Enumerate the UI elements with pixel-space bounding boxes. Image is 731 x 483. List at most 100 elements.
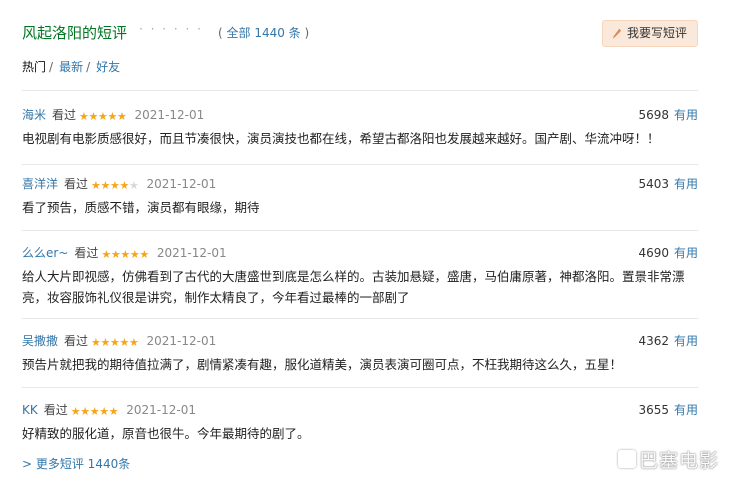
useful-button[interactable]: 有用 (674, 108, 698, 122)
star-filled-icon: ★ (110, 179, 120, 192)
star-filled-icon: ★ (79, 110, 89, 123)
star-filled-icon: ★ (80, 405, 91, 418)
count-prefix: ( (218, 26, 227, 40)
star-filled-icon: ★ (91, 179, 101, 192)
useful-button[interactable]: 有用 (674, 334, 698, 348)
rating-stars: ★★★★★ (101, 247, 149, 261)
star-filled-icon: ★ (129, 336, 139, 349)
rating-stars: ★★★★★ (91, 178, 139, 192)
more-comments-link[interactable]: > 更多短评 1440条 (22, 455, 130, 472)
star-filled-icon: ★ (120, 248, 131, 261)
divider (22, 164, 698, 165)
review-content: 预告片就把我的期待值拉满了，剧情紧凑有趣，服化道精美，演员表演可圈可点，不枉我期… (22, 357, 623, 372)
count-suffix: ) (300, 26, 310, 40)
review-meta: 么么er~ 看过 ★★★★★ 2021-12-01 4690 有用 (22, 244, 698, 262)
star-filled-icon: ★ (70, 405, 81, 418)
divider (22, 318, 698, 319)
divider (22, 90, 698, 91)
review-meta: 喜洋洋 看过 ★★★★★ 2021-12-01 5403 有用 (22, 175, 698, 193)
review-item: 海米 看过 ★★★★★ 2021-12-01 5698 有用 电视剧有电影质感很好，而且… (22, 106, 698, 149)
review-content: 给人大片即视感，仿佛看到了古代的大唐盛世到底是怎么样的。古装加悬疑，盛唐，马伯庸… (22, 269, 685, 305)
rating-stars: ★★★★★ (71, 404, 119, 418)
review-status: 看过 (43, 403, 68, 417)
star-filled-icon: ★ (129, 248, 140, 261)
watermark: 巴塞电影 (617, 446, 719, 473)
review-content: 看了预告，质感不错，演员都有眼缘，期待 (22, 200, 260, 215)
star-empty-icon: ★ (129, 179, 139, 192)
star-filled-icon: ★ (89, 405, 100, 418)
star-filled-icon: ★ (117, 110, 127, 123)
review-meta: 吴撒撒 看过 ★★★★★ 2021-12-01 4362 有用 (22, 332, 698, 350)
review-meta: KK 看过 ★★★★★ 2021-12-01 3655 有用 (22, 401, 698, 419)
review-date: 2021-12-01 (156, 246, 227, 260)
review-user[interactable]: 么么er~ (22, 246, 68, 260)
review-item: 喜洋洋 看过 ★★★★★ 2021-12-01 5403 有用 看了预告，质感不错，演员… (22, 175, 698, 218)
star-filled-icon: ★ (119, 179, 130, 192)
star-filled-icon: ★ (100, 336, 111, 349)
review-status: 看过 (74, 246, 99, 260)
review-votes: 5698 有用 (638, 106, 698, 123)
review-votes: 4690 有用 (638, 244, 698, 261)
star-filled-icon: ★ (88, 110, 99, 123)
review-date: 2021-12-01 (146, 334, 217, 348)
rating-stars: ★★★★★ (79, 109, 127, 123)
star-filled-icon: ★ (108, 405, 119, 418)
watermark-text: 巴塞电影 (638, 450, 719, 472)
review-date: 2021-12-01 (126, 403, 197, 417)
watermark-logo-icon (617, 450, 636, 468)
filter-friends[interactable]: 好友 (96, 60, 120, 74)
review-item: 吴撒撒 看过 ★★★★★ 2021-12-01 4362 有用 预告片就把我的期待值拉满… (22, 332, 698, 375)
filter-hot[interactable]: 热门 (22, 60, 46, 74)
comment-filters: 热门 / 最新 / 好友 (22, 58, 120, 75)
vote-count: 4690 (638, 246, 669, 260)
star-filled-icon: ★ (107, 110, 118, 123)
star-filled-icon: ★ (99, 405, 110, 418)
review-item: KK 看过 ★★★★★ 2021-12-01 3655 有用 好精致的服化道，原音也很牛… (22, 401, 698, 444)
star-filled-icon: ★ (119, 336, 130, 349)
filter-sep: / (86, 60, 91, 74)
comments-header: 风起洛阳的短评 · · · · · · ( 全部 1440 条 ) 我要写短评 (22, 20, 698, 47)
star-filled-icon: ★ (91, 336, 101, 349)
rating-stars: ★★★★★ (91, 335, 139, 349)
divider (22, 387, 698, 388)
review-votes: 4362 有用 (638, 332, 698, 349)
review-date: 2021-12-01 (134, 108, 205, 122)
useful-button[interactable]: 有用 (674, 177, 698, 191)
review-user[interactable]: 海米 (22, 108, 46, 122)
review-content: 电视剧有电影质感很好，而且节凑很快，演员演技也都在线，希望古都洛阳也发展越来越好… (22, 131, 660, 146)
filter-latest[interactable]: 最新 (59, 60, 83, 74)
vote-count: 3655 (638, 403, 669, 417)
star-filled-icon: ★ (139, 248, 150, 261)
vote-count: 4362 (638, 334, 669, 348)
star-filled-icon: ★ (98, 110, 108, 123)
filter-sep: / (49, 60, 54, 74)
star-filled-icon: ★ (100, 179, 111, 192)
review-user[interactable]: KK (22, 403, 38, 417)
all-comments-link[interactable]: 全部 1440 条 (227, 26, 301, 40)
write-comment-button[interactable]: 我要写短评 (601, 20, 698, 47)
review-item: 么么er~ 看过 ★★★★★ 2021-12-01 4690 有用 给人大片即视感，仿佛… (22, 244, 698, 308)
useful-button[interactable]: 有用 (674, 403, 698, 417)
review-date: 2021-12-01 (146, 177, 217, 191)
review-votes: 5403 有用 (638, 175, 698, 192)
review-status: 看过 (52, 108, 77, 122)
review-content: 好精致的服化道，原音也很牛。今年最期待的剧了。 (22, 426, 310, 441)
useful-button[interactable]: 有用 (674, 246, 698, 260)
vote-count: 5698 (638, 108, 669, 122)
title-dots: · · · · · · (139, 22, 203, 36)
star-filled-icon: ★ (110, 248, 121, 261)
section-title: 风起洛阳的短评 (22, 24, 128, 42)
review-user[interactable]: 吴撒撒 (22, 334, 58, 348)
vote-count: 5403 (638, 177, 669, 191)
review-votes: 3655 有用 (638, 401, 698, 418)
review-status: 看过 (64, 334, 89, 348)
review-meta: 海米 看过 ★★★★★ 2021-12-01 5698 有用 (22, 106, 698, 124)
review-status: 看过 (64, 177, 89, 191)
total-count: ( 全部 1440 条 ) (218, 24, 309, 41)
star-filled-icon: ★ (101, 248, 112, 261)
review-user[interactable]: 喜洋洋 (22, 177, 58, 191)
write-comment-label: 我要写短评 (626, 26, 687, 40)
divider (22, 230, 698, 231)
pencil-icon (612, 28, 622, 39)
star-filled-icon: ★ (110, 336, 120, 349)
